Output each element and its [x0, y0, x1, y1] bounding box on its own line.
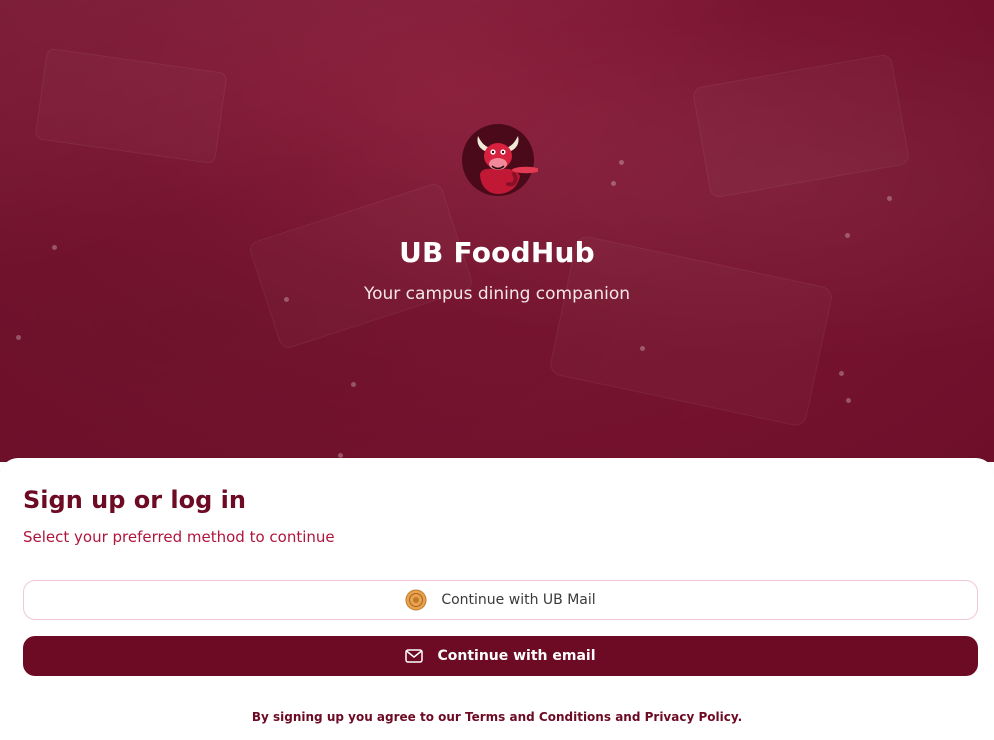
floating-dot — [640, 346, 645, 351]
floating-dot — [839, 371, 844, 376]
privacy-link[interactable]: Privacy Policy — [645, 710, 738, 724]
floating-dot — [351, 382, 356, 387]
mail-icon — [405, 649, 424, 663]
hero-banner: UB FoodHub Your campus dining companion — [0, 0, 994, 462]
legal-suffix: . — [737, 710, 743, 724]
floating-dot — [887, 196, 892, 201]
continue-with-email-button[interactable]: Continue with email — [23, 636, 978, 676]
auth-heading: Sign up or log in — [23, 486, 246, 514]
legal-joiner: and — [615, 710, 641, 724]
continue-with-ub-mail-button[interactable]: Continue with UB Mail — [23, 580, 978, 620]
bull-mascot-icon — [462, 122, 540, 198]
terms-link[interactable]: Terms and Conditions — [465, 710, 611, 724]
ub-mail-button-label: Continue with UB Mail — [441, 592, 596, 608]
auth-subheading: Select your preferred method to continue — [23, 528, 335, 546]
auth-sheet: Sign up or log in Select your preferred … — [0, 458, 994, 740]
floating-dot — [846, 398, 851, 403]
floating-dot — [611, 181, 616, 186]
ub-seal-icon — [405, 589, 427, 611]
email-button-label: Continue with email — [437, 648, 596, 664]
app-title: UB FoodHub — [399, 236, 595, 269]
legal-prefix: By signing up you agree to our — [251, 710, 461, 724]
legal-notice: By signing up you agree to our Terms and… — [0, 710, 994, 724]
app-tagline: Your campus dining companion — [363, 284, 630, 304]
floating-dot — [619, 160, 624, 165]
floating-dot — [16, 335, 21, 340]
